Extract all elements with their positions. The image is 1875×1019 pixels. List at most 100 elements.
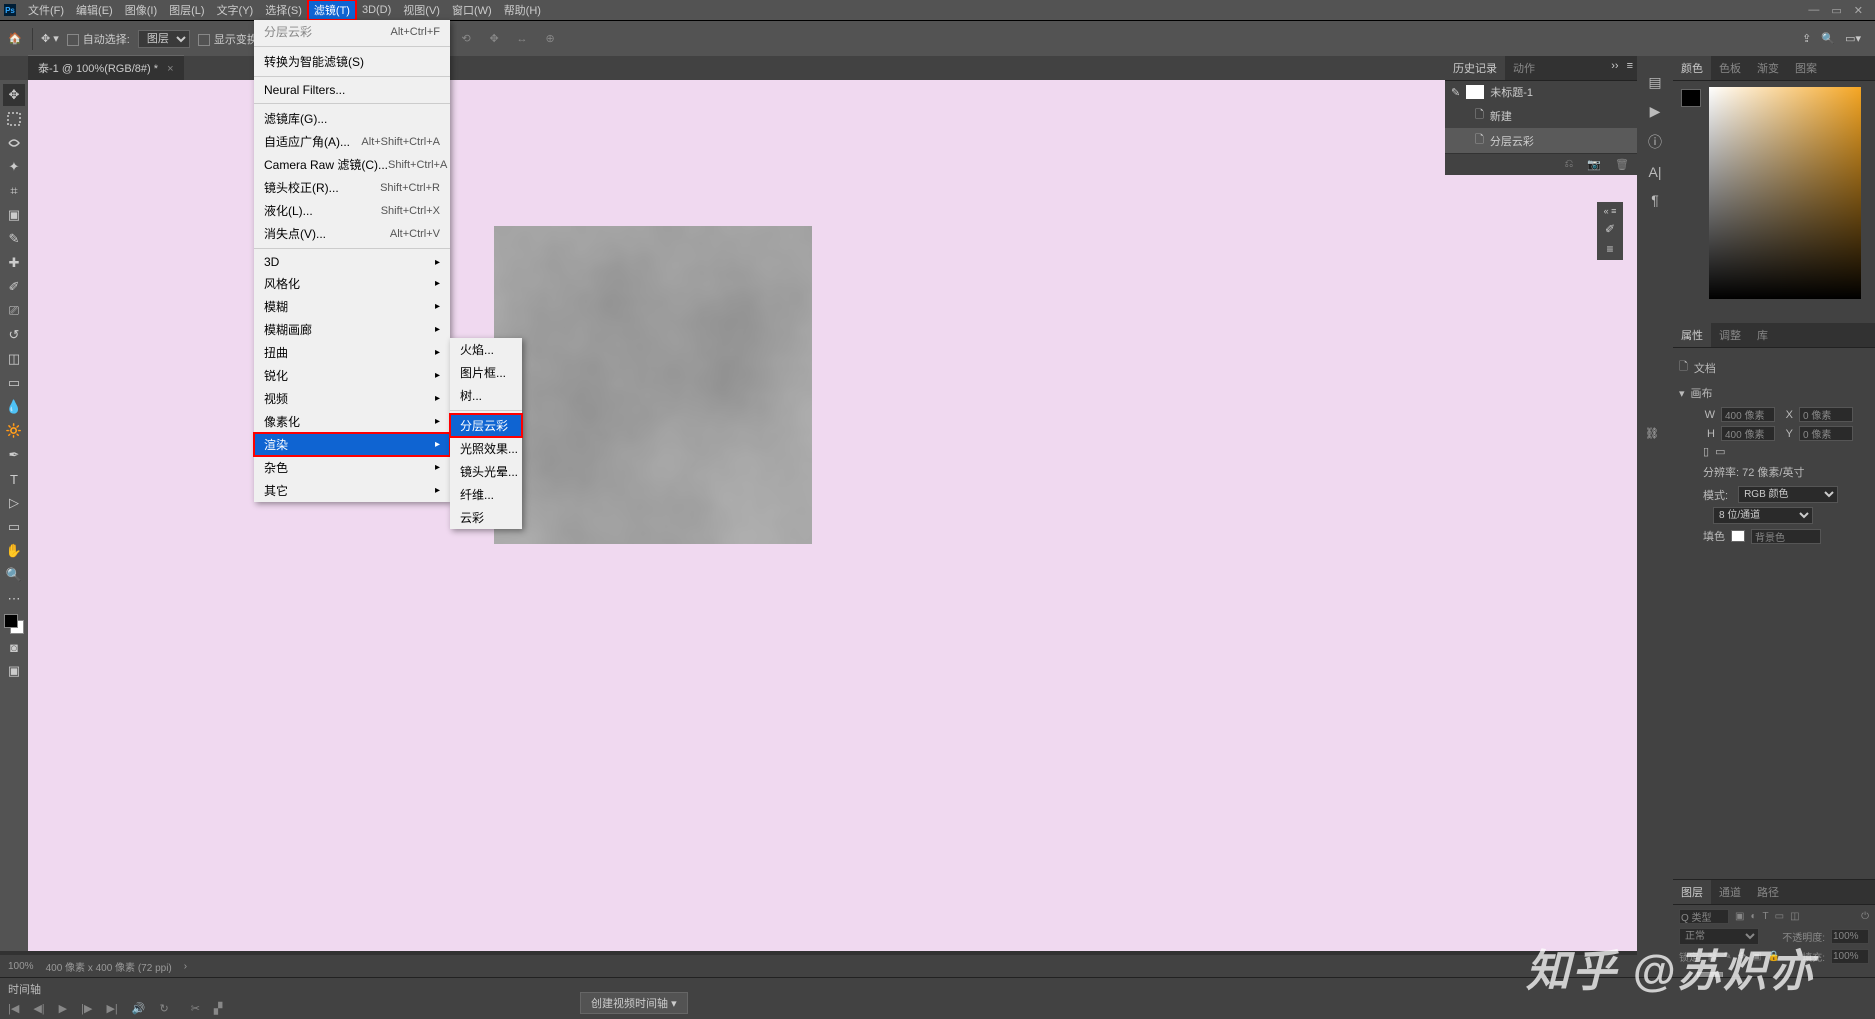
orientation-portrait-icon[interactable]: ▯ (1703, 445, 1709, 458)
document-tab[interactable]: 泰-1 @ 100%(RGB/8#) * × (28, 55, 184, 80)
color-mode-select[interactable]: RGB 颜色 (1738, 486, 1838, 503)
quickmask-tool[interactable]: ◙ (3, 636, 25, 658)
brush-icon[interactable]: ✐ (1605, 222, 1615, 236)
close-tab-icon[interactable]: × (167, 63, 173, 75)
filter-lens-correction-item[interactable]: 镜头校正(R)...Shift+Ctrl+R (254, 176, 450, 199)
color-picker[interactable] (1709, 87, 1861, 299)
menu-edit[interactable]: 编辑(E) (70, 0, 119, 20)
home-icon[interactable]: 🏠 (6, 30, 24, 48)
collapse-panel-icon[interactable]: ›› (1607, 56, 1622, 80)
window-close-icon[interactable]: ✕ (1854, 4, 1863, 17)
foreground-background-colors[interactable] (4, 614, 24, 634)
status-more-icon[interactable]: › (184, 961, 187, 972)
channels-tab[interactable]: 通道 (1711, 880, 1749, 904)
dodge-tool[interactable]: 🔆 (3, 420, 25, 442)
render-clouds-item[interactable]: 云彩 (450, 506, 522, 529)
filter-smart-icon[interactable]: ◫ (1790, 911, 1799, 922)
width-input[interactable] (1721, 407, 1775, 422)
canvas-section[interactable]: 画布 (1679, 381, 1869, 405)
filter-other-submenu[interactable]: 其它 (254, 479, 450, 502)
adjustments-tab[interactable]: 调整 (1711, 323, 1749, 347)
collapse-popup-icon[interactable]: « ≡ (1604, 206, 1617, 216)
filter-video-submenu[interactable]: 视频 (254, 387, 450, 410)
move-tool-indicator-icon[interactable]: ✥ ▾ (41, 32, 59, 45)
height-input[interactable] (1721, 426, 1775, 441)
filter-image-icon[interactable]: ▣ (1735, 911, 1744, 922)
filter-smart-item[interactable]: 转换为智能滤镜(S) (254, 50, 450, 73)
history-step-new[interactable]: 🗋 新建 (1445, 103, 1637, 128)
split-icon[interactable]: ✂ (191, 1002, 200, 1015)
move-tool[interactable]: ✥ (3, 84, 25, 106)
fill-color-swatch[interactable] (1731, 530, 1745, 542)
dropdown-icon[interactable]: ▾ (671, 998, 677, 1010)
autoselect-target-select[interactable]: 图层 (138, 30, 190, 48)
show-transform-checkbox[interactable] (198, 34, 210, 46)
swatches-tab[interactable]: 色板 (1711, 56, 1749, 80)
workspace-switch-icon[interactable]: ▭▾ (1845, 32, 1861, 45)
dock-icon[interactable]: ▤ (1648, 74, 1661, 91)
trash-icon[interactable]: 🗑 (1615, 158, 1629, 171)
render-lighting-effects-item[interactable]: 光照效果... (450, 437, 522, 460)
eraser-tool[interactable]: ◫ (3, 348, 25, 370)
paths-tab[interactable]: 路径 (1749, 880, 1787, 904)
wand-tool[interactable]: ✦ (3, 156, 25, 178)
play-icon[interactable]: ▶ (1650, 103, 1661, 120)
history-tab[interactable]: 历史记录 (1445, 56, 1505, 80)
shape-tool[interactable]: ▭ (3, 516, 25, 538)
bit-depth-select[interactable]: 8 位/通道 (1713, 507, 1813, 524)
audio-icon[interactable]: 🔊 (132, 1002, 146, 1015)
window-restore-icon[interactable]: ▭ (1831, 4, 1841, 17)
goto-first-icon[interactable]: |◀ (8, 1002, 19, 1015)
filter-liquify-item[interactable]: 液化(L)...Shift+Ctrl+X (254, 199, 450, 222)
filter-toggle-icon[interactable]: ⏻ (1861, 911, 1869, 922)
filter-shape-icon[interactable]: ▭ (1775, 911, 1784, 922)
frame-tool[interactable]: ▣ (3, 204, 25, 226)
next-frame-icon[interactable]: |▶ (81, 1002, 92, 1015)
filter-last-item[interactable]: 分层云彩Alt+Ctrl+F (254, 20, 450, 43)
gradients-tab[interactable]: 渐变 (1749, 56, 1787, 80)
brush-settings-icon[interactable]: ≡ (1606, 242, 1613, 256)
prev-frame-icon[interactable]: ◀| (33, 1002, 44, 1015)
fill-select[interactable] (1751, 529, 1821, 544)
orientation-landscape-icon[interactable]: ▭ (1715, 445, 1725, 458)
foreground-color-swatch[interactable] (1681, 89, 1701, 107)
menu-view[interactable]: 视图(V) (397, 0, 446, 20)
filter-camera-raw-item[interactable]: Camera Raw 滤镜(C)...Shift+Ctrl+A (254, 153, 450, 176)
menu-filter[interactable]: 滤镜(T) (308, 0, 356, 20)
zoom-tool[interactable]: 🔍 (3, 564, 25, 586)
edit-toolbar-icon[interactable]: ⋯ (3, 588, 25, 610)
history-snapshot[interactable]: ✎ 未标题-1 (1445, 81, 1637, 103)
layers-tab[interactable]: 图层 (1673, 880, 1711, 904)
eyedropper-tool[interactable]: ✎ (3, 228, 25, 250)
heal-tool[interactable]: ✚ (3, 252, 25, 274)
crop-tool[interactable]: ⌗ (3, 180, 25, 202)
filter-3d-submenu[interactable]: 3D (254, 252, 450, 272)
document-canvas[interactable] (494, 226, 812, 544)
filter-pixelate-submenu[interactable]: 像素化 (254, 410, 450, 433)
loop-icon[interactable]: ↻ (159, 1002, 168, 1015)
filter-sharpen-submenu[interactable]: 锐化 (254, 364, 450, 387)
render-difference-clouds-item[interactable]: 分层云彩 (450, 414, 522, 437)
share-icon[interactable]: ⇪ (1802, 32, 1811, 45)
menu-help[interactable]: 帮助(H) (498, 0, 547, 20)
filter-gallery-item[interactable]: 滤镜库(G)... (254, 107, 450, 130)
stamp-tool[interactable]: ⎚ (3, 300, 25, 322)
goto-last-icon[interactable]: ▶| (106, 1002, 117, 1015)
path-select-tool[interactable]: ▷ (3, 492, 25, 514)
actions-tab[interactable]: 动作 (1505, 56, 1543, 80)
render-picture-frame-item[interactable]: 图片框... (450, 361, 522, 384)
history-step-clouds[interactable]: 🗋 分层云彩 (1445, 128, 1637, 153)
layer-filter-input[interactable] (1679, 909, 1729, 924)
menu-select[interactable]: 选择(S) (259, 0, 308, 20)
character-icon[interactable]: A| (1649, 164, 1662, 180)
render-fibers-item[interactable]: 纤维... (450, 483, 522, 506)
menu-type[interactable]: 文字(Y) (211, 0, 260, 20)
type-tool[interactable]: T (3, 468, 25, 490)
screenmode-tool[interactable]: ▣ (3, 660, 25, 682)
render-tree-item[interactable]: 树... (450, 384, 522, 407)
panel-menu-icon[interactable]: ≡ (1623, 56, 1637, 80)
zoom-level[interactable]: 100% (8, 961, 34, 972)
marquee-tool[interactable] (3, 108, 25, 130)
hand-tool[interactable]: ✋ (3, 540, 25, 562)
filter-noise-submenu[interactable]: 杂色 (254, 456, 450, 479)
